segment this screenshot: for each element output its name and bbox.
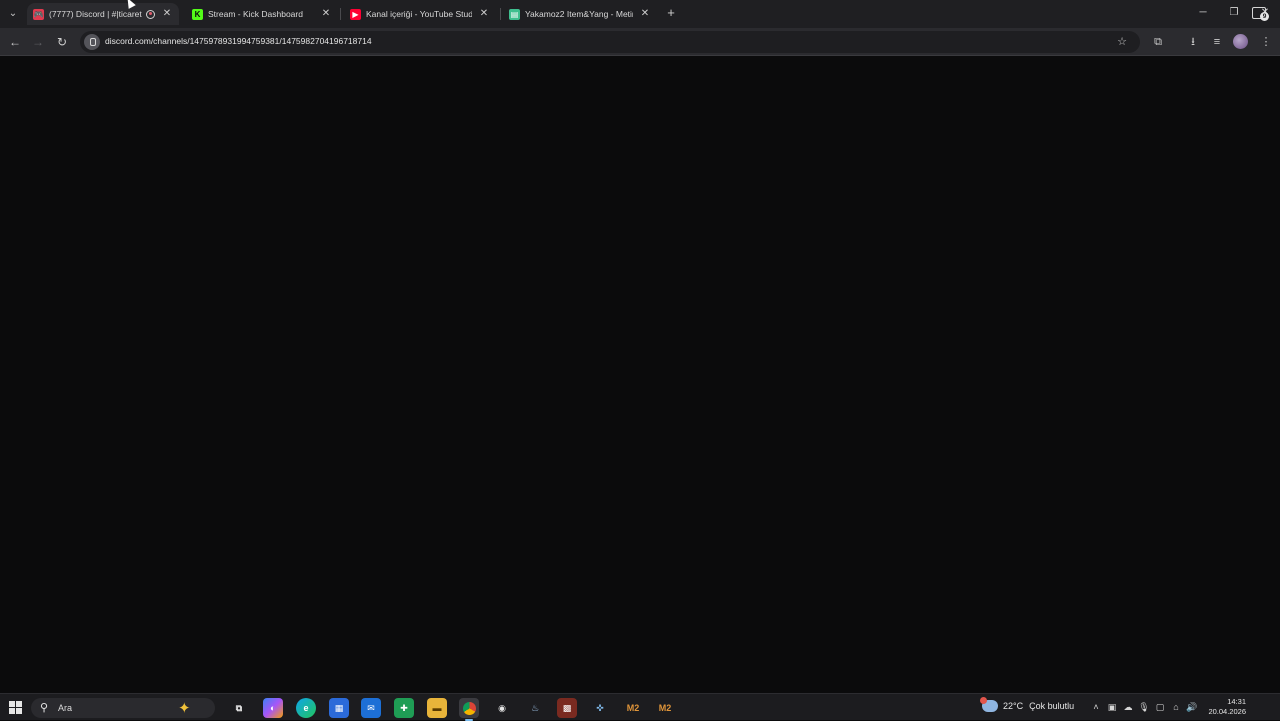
- copilot-icon[interactable]: ◐: [263, 698, 283, 718]
- tab-discord[interactable]: 🎮 (7777) Discord | #|ticaret ✕: [27, 3, 179, 25]
- weather-widget[interactable]: 22°C Çok bulutlu: [980, 697, 1075, 712]
- system-clock[interactable]: 14:31 20.04.2026: [1200, 697, 1246, 717]
- tray-display-icon[interactable]: ▣: [1106, 701, 1118, 713]
- new-tab-button[interactable]: +: [664, 6, 678, 20]
- search-icon: ⚲: [40, 702, 49, 714]
- tray-app-icon[interactable]: ▢: [1154, 701, 1166, 713]
- menu-kebab-icon[interactable]: ⋮: [1258, 34, 1274, 50]
- tab-separator: [500, 8, 501, 20]
- obs-icon[interactable]: ◉: [492, 698, 512, 718]
- youtube-favicon-icon: ▶: [350, 8, 361, 20]
- chevron-up-icon[interactable]: ˄: [1090, 701, 1102, 713]
- back-icon[interactable]: ←: [7, 34, 23, 50]
- profile-avatar[interactable]: [1233, 34, 1248, 49]
- close-icon[interactable]: ✕: [320, 8, 332, 20]
- steam-icon[interactable]: ♨: [525, 698, 545, 718]
- extensions-icon[interactable]: ⧉: [1150, 34, 1166, 50]
- windows-start-icon[interactable]: [9, 701, 22, 714]
- forward-icon[interactable]: →: [30, 34, 46, 50]
- file-explorer-icon[interactable]: ▬: [427, 698, 447, 718]
- tab-youtube-studio[interactable]: ▶ Kanal içeriği - YouTube Studio ✕: [344, 3, 496, 25]
- outlook-icon[interactable]: ✉: [361, 698, 381, 718]
- restore-icon[interactable]: ❐: [1226, 6, 1242, 20]
- browser-toolbar: ← → ↻ discord.com/channels/1475978931994…: [0, 28, 1280, 56]
- bookmark-star-icon[interactable]: ☆: [1114, 34, 1130, 50]
- weather-temp: 22°C: [1003, 701, 1024, 711]
- game-launcher-icon[interactable]: ▩: [557, 698, 577, 718]
- page-content: [0, 57, 1280, 693]
- yakamoz-favicon-icon: ▤: [509, 8, 520, 20]
- close-icon[interactable]: ✕: [478, 8, 490, 20]
- taskbar-search-box[interactable]: ⚲ Ara ✦: [31, 698, 215, 718]
- tab-title: Yakamoz2 Item&Yang - Metin2: [525, 9, 633, 19]
- reload-icon[interactable]: ↻: [54, 34, 70, 50]
- clock-date: 20.04.2026: [1208, 707, 1246, 716]
- microsoft-store-icon[interactable]: ▦: [329, 698, 349, 718]
- task-view-icon[interactable]: ⧉: [229, 698, 249, 718]
- blue-app-icon[interactable]: ✜: [590, 698, 610, 718]
- recording-icon: [146, 9, 155, 19]
- discord-favicon-icon: 🎮: [33, 8, 44, 20]
- minimize-icon[interactable]: ─: [1195, 6, 1211, 20]
- tab-kick[interactable]: K Stream - Kick Dashboard ✕: [186, 3, 338, 25]
- clock-time: 14:31: [1227, 697, 1246, 706]
- onedrive-icon[interactable]: ☁: [1122, 701, 1134, 713]
- url-text[interactable]: discord.com/channels/1475978931994759381…: [105, 36, 372, 46]
- tab-title: (7777) Discord | #|ticaret: [49, 9, 142, 19]
- tab-separator: [340, 8, 341, 20]
- windows-taskbar: ⚲ Ara ✦ ⧉ ◐ e ▦ ✉ ✚ ▬ ◉ ♨ ▩ ✜ M2 M2 22°C…: [0, 693, 1280, 721]
- tab-title: Stream - Kick Dashboard: [208, 9, 303, 19]
- kick-favicon-icon: K: [192, 8, 203, 20]
- cloud-icon: [980, 697, 998, 712]
- network-icon[interactable]: ⌂: [1170, 701, 1182, 713]
- green-app-icon[interactable]: ✚: [394, 698, 414, 718]
- tab-search-icon[interactable]: ⌄: [5, 6, 21, 22]
- download-icon[interactable]: ⭳: [1185, 34, 1201, 50]
- media-control-icon[interactable]: ≡: [1209, 34, 1225, 50]
- notification-badge: 9: [1260, 12, 1269, 21]
- edge-icon[interactable]: e: [296, 698, 316, 718]
- address-bar[interactable]: discord.com/channels/1475978931994759381…: [80, 31, 1140, 53]
- tab-strip: ⌄ 🎮 (7777) Discord | #|ticaret ✕ K Strea…: [0, 0, 1280, 28]
- copilot-sparkle-icon: ✦: [178, 700, 191, 717]
- tab-title: Kanal içeriği - YouTube Studio: [366, 9, 472, 19]
- volume-icon[interactable]: 🔊: [1186, 701, 1198, 713]
- close-icon[interactable]: ✕: [639, 8, 651, 20]
- metin2-icon[interactable]: M2: [623, 698, 643, 718]
- chrome-icon[interactable]: [459, 698, 479, 721]
- microphone-icon[interactable]: 🎙: [1138, 701, 1150, 713]
- search-placeholder: Ara: [58, 703, 73, 713]
- tab-yakamoz[interactable]: ▤ Yakamoz2 Item&Yang - Metin2 ✕: [503, 3, 657, 25]
- site-info-icon[interactable]: [84, 34, 100, 50]
- close-icon[interactable]: ✕: [161, 8, 173, 20]
- metin2-icon[interactable]: M2: [655, 698, 675, 718]
- weather-condition: Çok bulutlu: [1029, 701, 1075, 711]
